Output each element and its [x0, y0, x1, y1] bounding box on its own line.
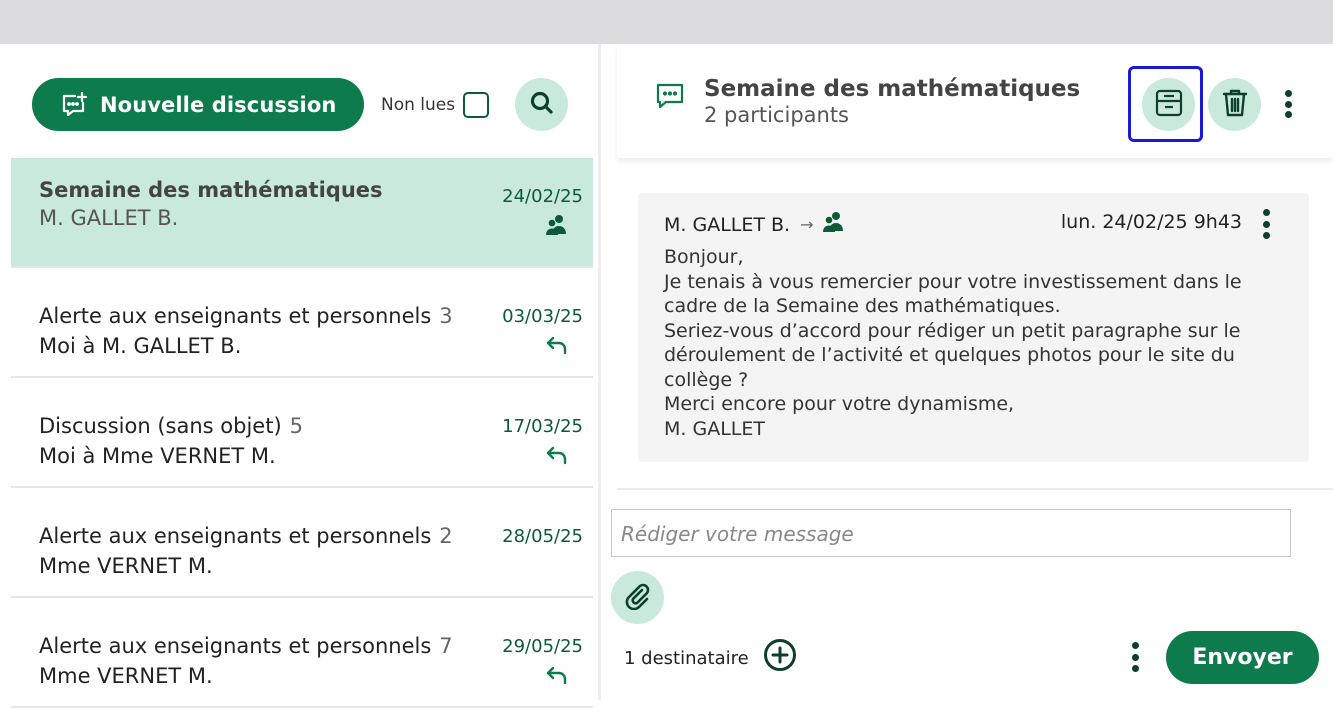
discussion-title: Alerte aux enseignants et personnels 3	[39, 304, 453, 328]
search-button[interactable]	[515, 78, 568, 131]
archive-icon	[1154, 88, 1184, 122]
send-button[interactable]: Envoyer	[1166, 631, 1319, 684]
discussion-title: Alerte aux enseignants et personnels 2	[39, 524, 453, 548]
message-count: 5	[289, 414, 304, 438]
chat-icon	[655, 82, 685, 110]
message-count: 2	[439, 524, 453, 548]
message-count: 7	[439, 634, 453, 658]
discussion-title: Alerte aux enseignants et personnels 7	[39, 634, 453, 658]
new-chat-icon	[60, 91, 88, 119]
message-line: M. GALLET	[664, 417, 765, 440]
browser-top-bar	[0, 0, 1333, 44]
discussion-item[interactable]: Semaine des mathématiques M. GALLET B. 24/…	[11, 158, 593, 268]
discussion-item[interactable]: Discussion (sans objet) 5 Moi à Mme VERNET…	[11, 378, 593, 488]
message-timestamp: lun. 24/02/25 9h43	[1060, 211, 1242, 233]
unread-filter[interactable]: Non lues	[381, 92, 490, 118]
discussion-item[interactable]: Alerte aux enseignants et personnels 2 Mme…	[11, 488, 593, 598]
conversation-pane: Semaine des mathématiques 2 participants	[601, 44, 1333, 700]
search-icon	[529, 90, 555, 120]
discussion-title: Semaine des mathématiques	[39, 178, 383, 202]
conversation-more-button[interactable]	[1283, 90, 1293, 118]
trash-icon	[1221, 88, 1249, 122]
participants-count: 2 participants	[704, 103, 850, 127]
message-line: Bonjour,	[664, 246, 744, 268]
new-discussion-button[interactable]: Nouvelle discussion	[32, 78, 364, 131]
delete-button[interactable]	[1208, 78, 1261, 131]
message-input[interactable]: Rédiger votre message	[611, 509, 1291, 557]
conversation-header: Semaine des mathématiques 2 participants	[617, 44, 1333, 158]
conversation-title: Semaine des mathématiques	[704, 76, 1081, 102]
paperclip-icon	[624, 582, 652, 614]
discussion-date: 03/03/25	[502, 306, 583, 327]
attach-button[interactable]	[611, 571, 664, 624]
discussion-date: 28/05/25	[502, 526, 583, 547]
new-discussion-label: Nouvelle discussion	[100, 92, 337, 117]
message-card: M. GALLET B. → lun. 24/02/25 9h43 Bonjou…	[638, 193, 1309, 462]
message-line: Je tenais à vous remercier pour votre in…	[664, 270, 1242, 318]
discussion-participants: Mme VERNET M.	[39, 664, 213, 688]
discussion-item[interactable]: Alerte aux enseignants et personnels 3 Moi…	[11, 268, 593, 378]
composer-separator	[617, 488, 1333, 490]
reply-icon	[545, 664, 569, 686]
discussion-participants: M. GALLET B.	[39, 206, 179, 230]
message-body: Bonjour, Je tenais à vous remercier pour …	[664, 245, 1284, 441]
message-author-row: M. GALLET B. →	[664, 211, 846, 238]
discussion-list-pane: Nouvelle discussion Non lues Semaine des…	[0, 44, 598, 708]
message-count: 3	[439, 304, 453, 328]
discussion-date: 17/03/25	[502, 416, 583, 437]
discussion-participants: Moi à Mme VERNET M.	[39, 444, 276, 468]
discussion-item[interactable]: Alerte aux enseignants et personnels 7 Mme…	[11, 598, 593, 708]
discussion-list: Semaine des mathématiques M. GALLET B. 24/…	[11, 158, 593, 708]
message-more-button[interactable]	[1261, 209, 1271, 239]
message-line: Seriez-vous d’accord pour rédiger un pet…	[664, 319, 1241, 391]
recipients-count: 1 destinataire	[624, 648, 749, 669]
unread-checkbox[interactable]	[463, 92, 490, 118]
discussion-participants: Mme VERNET M.	[39, 554, 213, 578]
arrow-right-icon: →	[800, 215, 814, 234]
send-options-button[interactable]	[1130, 642, 1140, 672]
discussion-title: Discussion (sans objet) 5	[39, 414, 304, 438]
unread-filter-label: Non lues	[381, 95, 456, 115]
discussion-participants: Moi à M. GALLET B.	[39, 334, 242, 358]
add-recipient-button[interactable]	[763, 638, 797, 672]
discussion-date: 24/02/25	[502, 186, 583, 207]
message-author: M. GALLET B.	[664, 213, 791, 236]
discussion-date: 29/05/25	[502, 636, 583, 657]
message-line: Merci encore pour votre dynamisme,	[664, 393, 1015, 415]
archive-button[interactable]	[1142, 78, 1195, 131]
plus-circle-icon	[764, 639, 796, 671]
reply-icon	[545, 334, 569, 356]
reply-icon	[545, 444, 569, 466]
group-icon	[545, 214, 569, 236]
group-icon	[822, 211, 846, 238]
